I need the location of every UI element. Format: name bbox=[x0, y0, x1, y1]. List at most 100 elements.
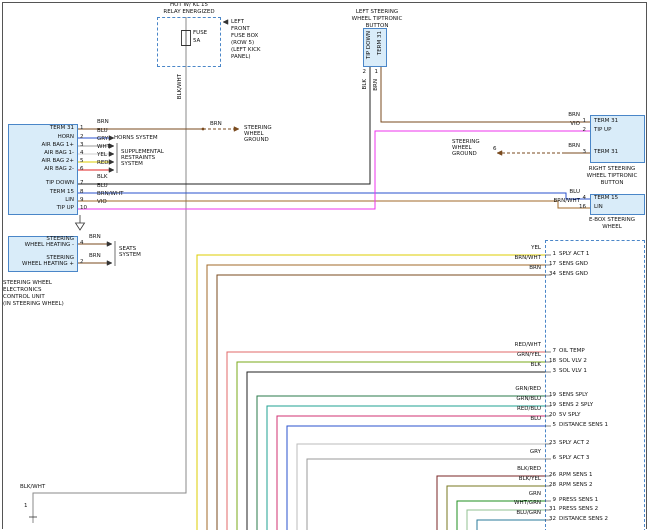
seats-system-label: SYSTEM bbox=[119, 252, 141, 258]
cu-pin-number: 2 bbox=[80, 134, 84, 140]
tcu-wire-label: GRY bbox=[471, 449, 541, 455]
fuse-rating: 5A bbox=[193, 38, 200, 44]
arrow-right-icon bbox=[107, 242, 112, 247]
arrow-right-icon bbox=[234, 127, 239, 132]
tcu-pin-number: 26 bbox=[546, 472, 556, 478]
left-button-term: TERM 31 bbox=[377, 31, 383, 55]
control-unit-caption: (IN STEERING WHEEL) bbox=[3, 301, 64, 307]
tcu-pin-number: 23 bbox=[546, 440, 556, 446]
tcu-pin-number: 7 bbox=[546, 348, 556, 354]
cu-pin-label: TIP UP bbox=[10, 205, 74, 211]
tcu-wire-label: BRN bbox=[471, 265, 541, 271]
tcu-wire-label: WHT/GRN bbox=[471, 500, 541, 506]
wire-label-blk: BLK bbox=[362, 79, 368, 89]
tcu-pin-number: 28 bbox=[546, 482, 556, 488]
cu-pin-label: AIR BAG 2- bbox=[10, 166, 74, 172]
tcu-pin-label: SENS GND bbox=[559, 271, 588, 277]
wiring-diagram: HOT W/ KL 15 RELAY ENERGIZED FUSE 5A LEF… bbox=[0, 0, 650, 530]
cu-pin-label: HORN bbox=[10, 134, 74, 140]
cu-pin-number: 10 bbox=[80, 205, 87, 211]
fuse-location: FUSE BOX bbox=[231, 33, 258, 39]
tcu-pin-label: SOL VLV 2 bbox=[559, 358, 587, 364]
tcu-pin-number: 18 bbox=[546, 358, 556, 364]
ground-wire-label: BRN bbox=[210, 121, 222, 127]
control-unit-caption: ELECTRONICS bbox=[3, 287, 41, 293]
tcu-pin-number: 9 bbox=[546, 497, 556, 503]
cu-pin-number: 8 bbox=[80, 189, 84, 195]
tcu-wire-label: GRN/RED bbox=[471, 386, 541, 392]
bottom-pin-number: 1 bbox=[24, 503, 28, 509]
tcu-wire-label: BRN/WHT bbox=[471, 255, 541, 261]
cu-pin-label: TERM 31 bbox=[10, 125, 74, 131]
wire-label-blk-wht-bottom: BLK/WHT bbox=[20, 484, 45, 490]
heating-wire-label: BRN bbox=[89, 234, 101, 240]
arrow-right-icon bbox=[107, 261, 112, 266]
tcu-pin-label: DISTANCE SENS 1 bbox=[559, 422, 608, 428]
tcu-pin-label: SOL VLV 1 bbox=[559, 368, 587, 374]
left-button-pin: 1 bbox=[370, 69, 378, 75]
left-button-title: LEFT STEERING bbox=[340, 9, 414, 15]
tcu-wire-label: BLU/GRN bbox=[471, 510, 541, 516]
tcu-pin-label: RPM SENS 2 bbox=[559, 482, 592, 488]
horns-system-label: HORNS SYSTEM bbox=[114, 135, 158, 141]
wire-label-blk-wht: BLK/WHT bbox=[177, 74, 183, 99]
cu-wire-label: BRN/WHT bbox=[97, 191, 124, 197]
cu-wire-label: BLK bbox=[97, 174, 107, 180]
rb-pin-number: 2 bbox=[577, 127, 586, 133]
heating-pin-label: WHEEL HEATING - bbox=[10, 242, 74, 248]
tcu-pin-label: PRESS SENS 1 bbox=[559, 497, 598, 503]
tcu-wire-label: YEL bbox=[471, 245, 541, 251]
wire-sply-act-1 bbox=[197, 255, 545, 530]
tcu-pin-label: SENS GND bbox=[559, 261, 588, 267]
tcu-pin-number: 31 bbox=[546, 506, 556, 512]
rb-wire-label: VIO bbox=[540, 121, 580, 127]
eb-pin-label: LIN bbox=[594, 204, 603, 210]
control-unit-caption: STEERING WHEEL bbox=[3, 280, 52, 286]
control-unit-caption: CONTROL UNIT bbox=[3, 294, 45, 300]
left-button-pin: 2 bbox=[358, 69, 366, 75]
steering-wheel-ground-label-right: GROUND bbox=[452, 151, 477, 157]
tcu-pin-label: SPLY ACT 2 bbox=[559, 440, 589, 446]
srs-label: SYSTEM bbox=[121, 161, 143, 167]
right-button-title: BUTTON bbox=[576, 180, 648, 186]
rb-pin-label: TERM 31 bbox=[594, 149, 618, 155]
wire-lin bbox=[78, 201, 590, 208]
cu-pin-label: TERM 15 bbox=[10, 189, 74, 195]
cu-pin-label: AIR BAG 1+ bbox=[10, 142, 74, 148]
arrow-right-icon bbox=[109, 152, 114, 157]
right-button-title: WHEEL TIPTRONIC bbox=[576, 173, 648, 179]
tcu-pin-label: SPLY ACT 1 bbox=[559, 251, 589, 257]
tcu-wire-label: BLK bbox=[471, 362, 541, 368]
cu-wire-label: WHT bbox=[97, 144, 110, 150]
cu-pin-label: TIP DOWN bbox=[10, 180, 74, 186]
tcu-wire-label: BLK/YEL bbox=[471, 476, 541, 482]
ground-pin-number: 6 bbox=[493, 146, 497, 152]
fuse-location: (LEFT KICK bbox=[231, 47, 261, 53]
eb-wire-label: BLU bbox=[536, 189, 580, 195]
arrow-left-icon bbox=[223, 20, 228, 25]
tcu-pin-label: 5V SPLY bbox=[559, 412, 581, 418]
tcu-pin-number: 3 bbox=[546, 368, 556, 374]
hot-feed-label: RELAY ENERGIZED bbox=[157, 9, 221, 15]
cu-wire-label: GRY bbox=[97, 136, 108, 142]
tcu-pin-label: OIL TEMP bbox=[559, 348, 585, 354]
tcu-pin-number: 1 bbox=[546, 251, 556, 257]
wire-label-brn: BRN bbox=[373, 79, 379, 91]
steering-wheel-ground-label: GROUND bbox=[244, 137, 269, 143]
wire-sply-act-2 bbox=[297, 444, 545, 530]
tcu-pin-number: 6 bbox=[546, 455, 556, 461]
tcu-pin-number: 5 bbox=[546, 422, 556, 428]
cu-pin-label: AIR BAG 2+ bbox=[10, 158, 74, 164]
left-button-title: BUTTON bbox=[340, 23, 414, 29]
fuse-location: LEFT bbox=[231, 19, 244, 25]
tcu-pin-number: 19 bbox=[546, 392, 556, 398]
fuse-location: PANEL) bbox=[231, 54, 251, 60]
rb-wire-label: BRN bbox=[540, 112, 580, 118]
cu-pin-number: 4 bbox=[80, 150, 84, 156]
heating-wire-label: BRN bbox=[89, 253, 101, 259]
tcu-wire-label: GRN/BLU bbox=[471, 396, 541, 402]
tcu-pin-label: SENS SPLY bbox=[559, 392, 588, 398]
cu-pin-number: 6 bbox=[80, 166, 84, 172]
fuse-location: (ROW 5) bbox=[231, 40, 254, 46]
tcu-pin-number: 17 bbox=[546, 261, 556, 267]
